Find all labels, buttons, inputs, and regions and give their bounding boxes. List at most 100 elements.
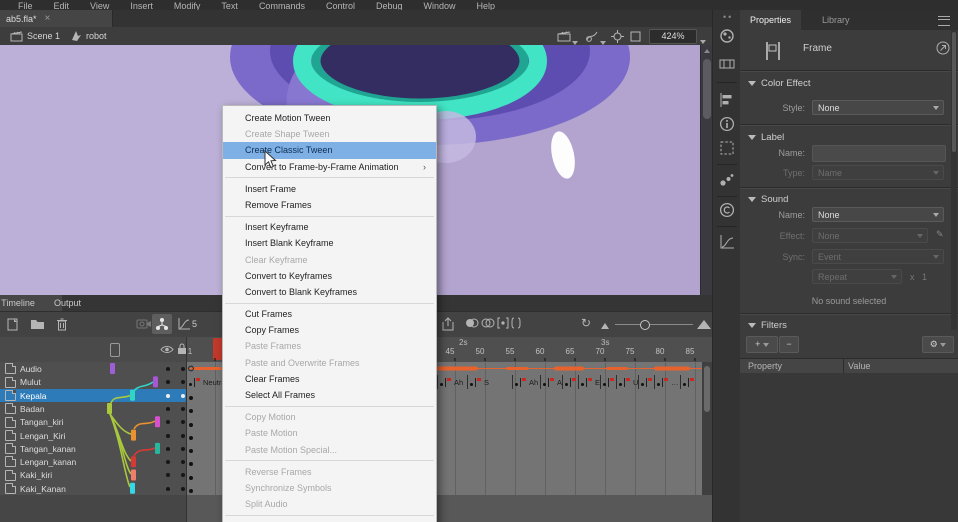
convert-to-symbol-icon[interactable] <box>936 41 950 55</box>
menu-control[interactable]: Control <box>326 1 355 10</box>
add-filter-button[interactable]: + <box>746 336 778 353</box>
modify-markers-icon[interactable] <box>510 317 522 329</box>
layer-row-tangan-kiri[interactable]: Tangan_kiri <box>0 415 186 430</box>
sound-name-select[interactable]: None <box>812 207 944 222</box>
close-tab-icon[interactable]: × <box>45 15 51 23</box>
color-panel-icon[interactable] <box>719 28 735 44</box>
keyframe-span[interactable]: S <box>680 375 694 389</box>
collapse-dock-icon[interactable]: •• <box>723 12 733 22</box>
section-sound[interactable]: Sound <box>748 194 788 205</box>
visibility-dot[interactable] <box>166 473 170 477</box>
loop-icon[interactable]: ↻ <box>581 316 591 330</box>
menu-item-actions[interactable]: Actions <box>223 518 436 522</box>
camera-icon[interactable] <box>136 317 152 329</box>
color-effect-style-select[interactable]: None <box>812 100 944 115</box>
graph-panel-icon[interactable] <box>719 234 735 250</box>
label-type-select[interactable]: Name <box>812 165 944 180</box>
keyframe-span[interactable]: M <box>562 375 578 389</box>
remove-filter-button[interactable]: − <box>779 336 799 353</box>
edit-sound-envelope-icon[interactable]: ✎ <box>936 229 944 240</box>
lock-dot[interactable] <box>181 407 185 411</box>
center-stage-icon[interactable] <box>611 30 624 43</box>
zoom-level-select[interactable]: 424% <box>649 29 697 44</box>
keyframe-span[interactable]: E <box>578 375 600 389</box>
breadcrumb-scene[interactable]: Scene 1 <box>27 31 60 41</box>
menu-item-cut-frames[interactable]: Cut Frames <box>223 306 436 322</box>
show-parenting-view-toggle[interactable] <box>152 314 172 334</box>
new-folder-icon[interactable] <box>30 317 45 330</box>
document-tab[interactable]: ab5.fla* × <box>0 10 113 27</box>
menu-item-convert-to-blank-keyframes[interactable]: Convert to Blank Keyframes <box>223 284 436 300</box>
edit-multiple-frames-icon[interactable] <box>497 317 509 329</box>
visibility-dot[interactable] <box>166 380 170 384</box>
menu-file[interactable]: File <box>18 1 33 10</box>
transform-panel-icon[interactable] <box>719 140 735 156</box>
scrollbar-thumb[interactable] <box>704 366 710 412</box>
keyframe-span[interactable]: Ah <box>512 375 540 389</box>
lock-dot[interactable] <box>181 420 185 424</box>
layers-frames-divider[interactable] <box>186 337 187 522</box>
layer-row-lengan-kanan[interactable]: Lengan_kanan <box>0 455 186 469</box>
lock-dot[interactable] <box>181 394 185 398</box>
menu-item-clear-frames[interactable]: Clear Frames <box>223 371 436 387</box>
layer-row-lengan-kiri[interactable]: Lengan_Kiri <box>0 429 186 443</box>
keyframe-span[interactable]: … <box>654 375 680 389</box>
tab-library[interactable]: Library <box>812 10 860 30</box>
menu-item-copy-frames[interactable]: Copy Frames <box>223 322 436 338</box>
lock-dot[interactable] <box>181 447 185 451</box>
clip-content-icon[interactable] <box>629 30 642 43</box>
menu-text[interactable]: Text <box>221 1 238 10</box>
keyframe-span[interactable]: Ah <box>540 375 562 389</box>
new-layer-icon[interactable] <box>6 317 20 331</box>
menu-window[interactable]: Window <box>424 1 456 10</box>
edit-symbols-icon[interactable] <box>585 30 599 42</box>
lock-dot[interactable] <box>181 434 185 438</box>
delete-icon[interactable] <box>56 317 68 331</box>
menu-view[interactable]: View <box>90 1 109 10</box>
align-panel-icon[interactable] <box>719 92 735 108</box>
menu-item-convert-to-frame-by-frame[interactable]: Convert to Frame-by-Frame Animation › <box>223 159 436 175</box>
creative-cloud-panel-icon[interactable] <box>719 202 735 218</box>
zoom-slider-knob[interactable] <box>640 320 650 330</box>
brush-library-panel-icon[interactable] <box>719 172 735 188</box>
lock-dot[interactable] <box>181 487 185 491</box>
menu-edit[interactable]: Edit <box>54 1 70 10</box>
sound-effect-select[interactable]: None <box>812 228 928 243</box>
scrollbar-thumb[interactable] <box>952 32 956 152</box>
menu-help[interactable]: Help <box>477 1 496 10</box>
keyframe-span[interactable]: S <box>467 375 512 389</box>
highlight-layer-column-icon[interactable] <box>110 343 120 357</box>
label-name-input[interactable] <box>812 145 946 162</box>
sound-repeat-select[interactable]: Repeat <box>812 269 902 284</box>
frames-panel-icon[interactable] <box>719 56 735 72</box>
layer-row-kepala-selected[interactable]: Kepala <box>0 389 186 403</box>
menu-item-insert-keyframe[interactable]: Insert Keyframe <box>223 219 436 235</box>
menu-item-convert-to-keyframes[interactable]: Convert to Keyframes <box>223 268 436 284</box>
lock-dot[interactable] <box>181 367 185 371</box>
export-frame-icon[interactable] <box>441 317 455 331</box>
keyframe-span[interactable]: Ah <box>437 375 467 389</box>
visibility-dot[interactable] <box>166 487 170 491</box>
menu-item-create-classic-tween[interactable]: Create Classic Tween <box>223 142 436 158</box>
menu-commands[interactable]: Commands <box>259 1 305 10</box>
graph-editor-icon[interactable] <box>177 317 191 331</box>
visibility-dot[interactable] <box>166 394 170 398</box>
zoom-slider-track[interactable] <box>615 324 693 325</box>
section-filters[interactable]: Filters <box>748 320 787 331</box>
scroll-up-icon[interactable] <box>704 49 710 53</box>
section-label[interactable]: Label <box>748 132 784 143</box>
menu-item-insert-blank-keyframe[interactable]: Insert Blank Keyframe <box>223 235 436 251</box>
zoom-in-icon[interactable] <box>697 320 711 329</box>
edit-scene-icon[interactable] <box>557 30 572 42</box>
menu-item-insert-frame[interactable]: Insert Frame <box>223 181 436 197</box>
visibility-dot[interactable] <box>166 434 170 438</box>
zoom-out-icon[interactable] <box>601 323 609 329</box>
keyframe-span[interactable]: Uh <box>616 375 638 389</box>
menu-item-select-all-frames[interactable]: Select All Frames <box>223 387 436 403</box>
visibility-dot[interactable] <box>166 367 170 371</box>
layer-row-kaki-kiri[interactable]: Kaki_kiri <box>0 468 186 483</box>
lock-dot[interactable] <box>181 380 185 384</box>
keyframe-span[interactable]: L <box>600 375 616 389</box>
tab-properties[interactable]: Properties <box>740 10 801 30</box>
onion-skin-outlines-icon[interactable] <box>481 317 495 329</box>
